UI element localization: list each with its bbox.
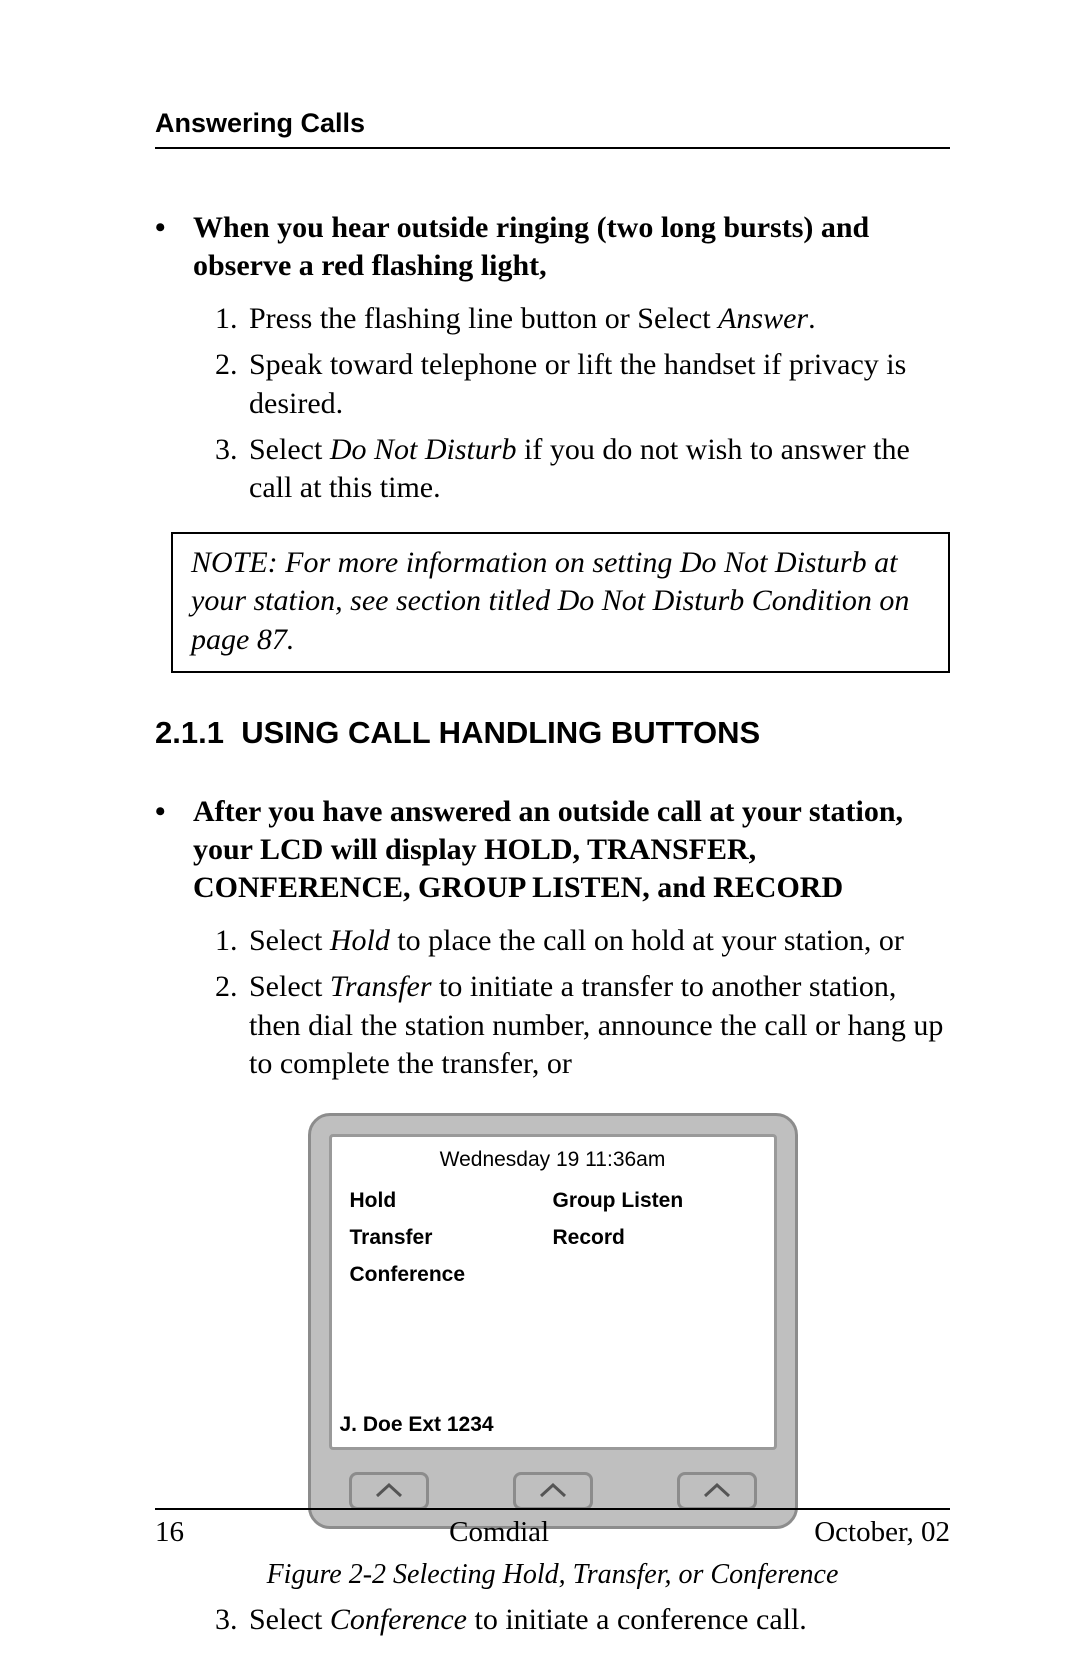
step-text-part: Select — [249, 433, 330, 466]
lcd-opt-conference: Conference — [350, 1262, 553, 1289]
bullet-call-handling: • After you have answered an outside cal… — [155, 793, 950, 908]
footer-row: 16 Comdial October, 02 — [155, 1516, 950, 1549]
note-box: NOTE: For more information on setting Do… — [171, 532, 950, 673]
step-number: 1. — [215, 922, 249, 960]
lcd-caller: J. Doe Ext 1234 — [340, 1412, 756, 1439]
step-text-emph: Transfer — [330, 970, 432, 1003]
footer-center: Comdial — [449, 1516, 549, 1549]
footer-page: 16 — [155, 1516, 184, 1549]
lcd-device: Wednesday 19 11:36am Hold Group Listen T… — [308, 1113, 798, 1529]
step-number: 3. — [215, 431, 249, 508]
step-text-part: Select — [249, 970, 330, 1003]
step-3: 3. Select Conference to initiate a confe… — [215, 1601, 950, 1639]
step-text-emph: Answer — [718, 302, 808, 335]
step-2: 2. Select Transfer to initiate a transfe… — [215, 968, 950, 1083]
bullet-text: After you have answered an outside call … — [193, 793, 950, 908]
lcd-opt-grouplisten: Group Listen — [553, 1188, 756, 1215]
step-text: Select Conference to initiate a conferen… — [249, 1601, 950, 1639]
lcd-opt-hold: Hold — [350, 1188, 553, 1215]
body: • When you hear outside ringing (two lon… — [155, 209, 950, 1640]
bullet-dot: • — [155, 209, 193, 286]
step-text-part: Select — [249, 924, 330, 957]
chevron-up-icon — [539, 1481, 567, 1501]
lcd-opt-blank — [553, 1262, 756, 1289]
step-1: 1. Select Hold to place the call on hold… — [215, 922, 950, 960]
chevron-up-icon — [703, 1481, 731, 1501]
header-rule — [155, 147, 950, 149]
step-text-part: Press the flashing line button or Select — [249, 302, 718, 335]
step-number: 2. — [215, 346, 249, 423]
lcd-opt-record: Record — [553, 1225, 756, 1252]
step-text-emph: Conference — [330, 1603, 467, 1636]
footer: 16 Comdial October, 02 — [155, 1508, 950, 1549]
lcd-screen: Wednesday 19 11:36am Hold Group Listen T… — [329, 1134, 777, 1450]
lcd-timestamp: Wednesday 19 11:36am — [350, 1147, 756, 1174]
step-3: 3. Select Do Not Disturb if you do not w… — [215, 431, 950, 508]
step-text-emph: Hold — [330, 924, 390, 957]
chevron-up-icon — [375, 1481, 403, 1501]
running-head: Answering Calls — [155, 108, 950, 139]
bullet-outside-ringing: • When you hear outside ringing (two lon… — [155, 209, 950, 286]
step-text-part: to initiate a conference call. — [467, 1603, 807, 1636]
step-number: 2. — [215, 968, 249, 1083]
step-1: 1. Press the flashing line button or Sel… — [215, 300, 950, 338]
softkey-3 — [677, 1472, 757, 1510]
step-number: 3. — [215, 1601, 249, 1639]
footer-right: October, 02 — [814, 1516, 950, 1549]
step-text-emph: Do Not Disturb — [330, 433, 517, 466]
lcd-opt-transfer: Transfer — [350, 1225, 553, 1252]
step-text: Press the flashing line button or Select… — [249, 300, 950, 338]
footer-rule — [155, 1508, 950, 1510]
step-text-part: . — [808, 302, 816, 335]
step-text: Select Do Not Disturb if you do not wish… — [249, 431, 950, 508]
heading-number: 2.1.1 — [155, 715, 224, 750]
softkey-2 — [513, 1472, 593, 1510]
heading-text: USING CALL HANDLING BUTTONS — [241, 715, 760, 750]
bullet-text: When you hear outside ringing (two long … — [193, 209, 950, 286]
step-text: Select Transfer to initiate a transfer t… — [249, 968, 950, 1083]
step-text: Speak toward telephone or lift the hands… — [249, 346, 950, 423]
step-number: 1. — [215, 300, 249, 338]
section-heading: 2.1.1 USING CALL HANDLING BUTTONS — [155, 713, 950, 753]
lcd-options: Hold Group Listen Transfer Record Confer… — [350, 1188, 756, 1289]
steps-answer: 1. Press the flashing line button or Sel… — [155, 300, 950, 508]
step-2: 2. Speak toward telephone or lift the ha… — [215, 346, 950, 423]
lcd-figure: Wednesday 19 11:36am Hold Group Listen T… — [155, 1113, 950, 1529]
steps-handling-cont: 3. Select Conference to initiate a confe… — [155, 1601, 950, 1639]
page: Answering Calls • When you hear outside … — [0, 0, 1080, 1669]
step-text: Select Hold to place the call on hold at… — [249, 922, 950, 960]
steps-handling: 1. Select Hold to place the call on hold… — [155, 922, 950, 1084]
softkey-1 — [349, 1472, 429, 1510]
step-text-part: to place the call on hold at your statio… — [390, 924, 904, 957]
step-text-part: Select — [249, 1603, 330, 1636]
bullet-dot: • — [155, 793, 193, 908]
figure-caption: Figure 2-2 Selecting Hold, Transfer, or … — [155, 1557, 950, 1593]
